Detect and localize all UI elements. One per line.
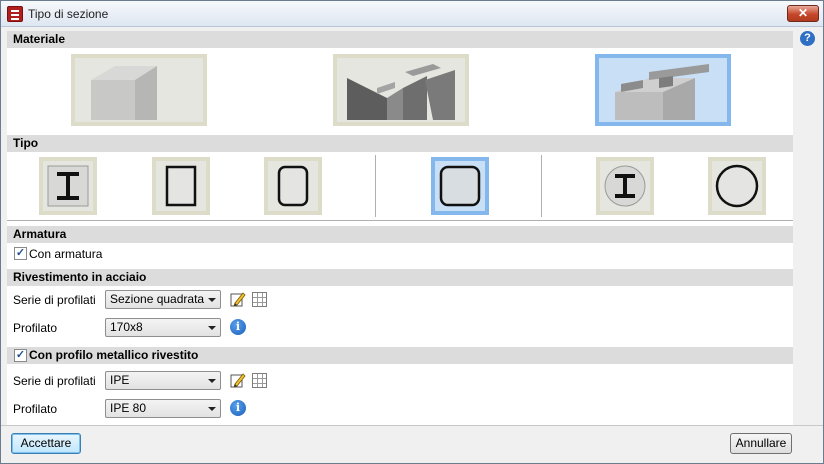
- profilo-profilato-select[interactable]: IPE 80: [105, 399, 221, 418]
- tipo-rounded-rectangular-tube[interactable]: [264, 157, 322, 215]
- profilo-profilato-label: Profilato: [13, 402, 58, 416]
- chevron-down-icon: [208, 379, 216, 383]
- material-composite-tile[interactable]: [595, 54, 731, 126]
- title-bar: Tipo di sezione ✕: [1, 1, 823, 27]
- rivestimento-serie-select[interactable]: Sezione quadrata: [105, 290, 221, 309]
- tipo-square-tube[interactable]: [431, 157, 489, 215]
- section-header-materiale: Materiale: [7, 31, 793, 48]
- chevron-down-icon: [208, 298, 216, 302]
- accept-button[interactable]: Accettare: [11, 433, 81, 454]
- table-grid-icon[interactable]: [252, 292, 267, 307]
- i-section-icon: [47, 165, 89, 207]
- edit-pencil-icon[interactable]: [230, 372, 246, 388]
- profilo-rivestito-checkbox[interactable]: ✓: [14, 349, 27, 362]
- profilo-serie-label: Serie di profilati: [13, 374, 96, 388]
- circular-tube-icon: [715, 164, 759, 208]
- rivestimento-serie-label: Serie di profilati: [13, 293, 96, 307]
- dialog-content: Materiale Tipo Armatura ✓ Con armatura R…: [7, 31, 793, 425]
- rivestimento-profilato-value: 170x8: [110, 320, 143, 334]
- type-group-separator: [375, 155, 376, 217]
- close-button[interactable]: ✕: [787, 5, 819, 22]
- table-grid-icon[interactable]: [252, 373, 267, 388]
- rounded-tube-icon: [277, 165, 309, 207]
- material-steel-tile[interactable]: [333, 54, 469, 126]
- tipo-rectangular-tube[interactable]: [152, 157, 210, 215]
- rivestimento-serie-value: Sezione quadrata: [110, 292, 205, 306]
- rivestimento-profilato-label: Profilato: [13, 321, 58, 335]
- dialog-window: Tipo di sezione ✕ ? Materiale Tipo Armat…: [0, 0, 824, 464]
- tipo-circular-i-section[interactable]: [596, 157, 654, 215]
- help-icon[interactable]: ?: [800, 31, 815, 46]
- profilo-profilato-value: IPE 80: [110, 401, 147, 415]
- con-armatura-checkbox[interactable]: ✓: [14, 247, 27, 260]
- circular-i-section-icon: [604, 165, 646, 207]
- concrete-block-icon: [91, 66, 157, 120]
- profilo-serie-value: IPE: [110, 373, 130, 387]
- chevron-down-icon: [208, 407, 216, 411]
- window-title: Tipo di sezione: [28, 7, 109, 21]
- steel-profile-icon: [347, 64, 455, 120]
- square-tube-icon: [439, 165, 481, 207]
- cancel-button[interactable]: Annullare: [730, 433, 792, 454]
- section-header-rivestimento: Rivestimento in acciaio: [7, 269, 793, 286]
- tipo-encased-i-section[interactable]: [39, 157, 97, 215]
- tipo-divider: [7, 220, 793, 221]
- info-icon[interactable]: i: [230, 319, 246, 335]
- app-icon: [7, 6, 23, 22]
- rectangular-tube-icon: [165, 165, 197, 207]
- composite-section-icon: [615, 64, 709, 120]
- section-header-armatura: Armatura: [7, 226, 793, 243]
- edit-pencil-icon[interactable]: [230, 291, 246, 307]
- chevron-down-icon: [208, 326, 216, 330]
- footer-divider: [1, 425, 823, 426]
- con-armatura-label[interactable]: Con armatura: [29, 247, 102, 261]
- type-group-separator: [541, 155, 542, 217]
- info-icon[interactable]: i: [230, 400, 246, 416]
- profilo-serie-select[interactable]: IPE: [105, 371, 221, 390]
- material-concrete-tile[interactable]: [71, 54, 207, 126]
- section-header-profilo-rivestito[interactable]: Con profilo metallico rivestito: [7, 347, 793, 364]
- section-header-tipo: Tipo: [7, 135, 793, 152]
- tipo-circular-tube[interactable]: [708, 157, 766, 215]
- rivestimento-profilato-select[interactable]: 170x8: [105, 318, 221, 337]
